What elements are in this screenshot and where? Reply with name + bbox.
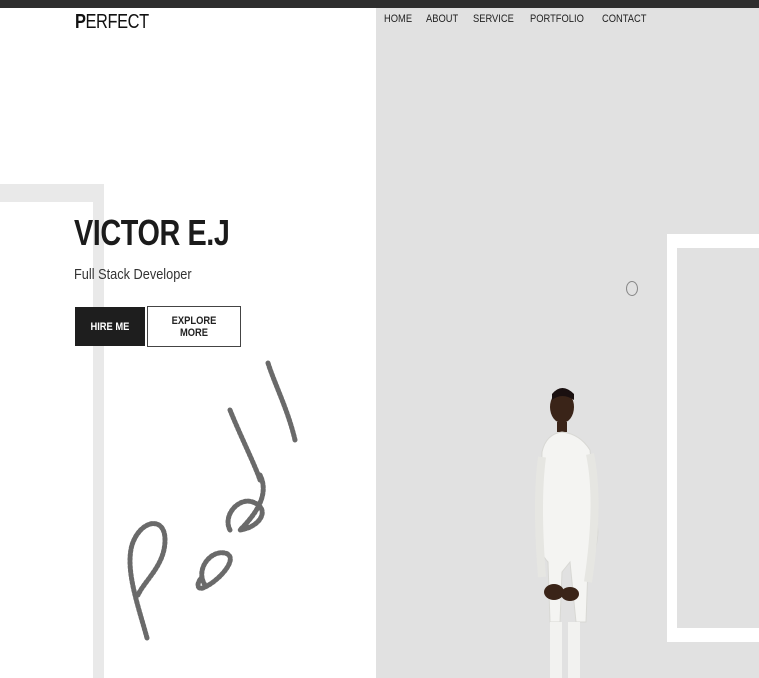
- nav-home[interactable]: HOME: [384, 13, 412, 25]
- hero-name: VICTOR E.J: [74, 212, 230, 253]
- logo-text: ERFECT: [85, 11, 150, 33]
- main-nav: HOME ABOUT SERVICE PORTFOLIO CONTACT: [384, 13, 664, 25]
- nav-contact[interactable]: CONTACT: [602, 13, 647, 25]
- cursor-ring-icon: [626, 281, 638, 296]
- nav-service[interactable]: SERVICE: [473, 13, 514, 25]
- explore-more-label: EXPLORE MORE: [171, 314, 217, 339]
- profile-photo: [535, 388, 599, 678]
- site-logo[interactable]: PERFECT: [75, 11, 149, 34]
- hire-me-button[interactable]: HIRE ME: [75, 307, 145, 346]
- nav-about[interactable]: ABOUT: [426, 13, 458, 25]
- top-bar: [0, 0, 759, 8]
- hero-role: Full Stack Developer: [74, 266, 192, 283]
- decorative-frame-right-inner: [677, 248, 759, 628]
- nav-portfolio[interactable]: PORTFOLIO: [530, 13, 584, 25]
- hire-me-label: HIRE ME: [90, 320, 130, 333]
- signature-image: [127, 360, 298, 641]
- logo-initial: P: [75, 11, 86, 33]
- explore-more-button[interactable]: EXPLORE MORE: [147, 306, 241, 347]
